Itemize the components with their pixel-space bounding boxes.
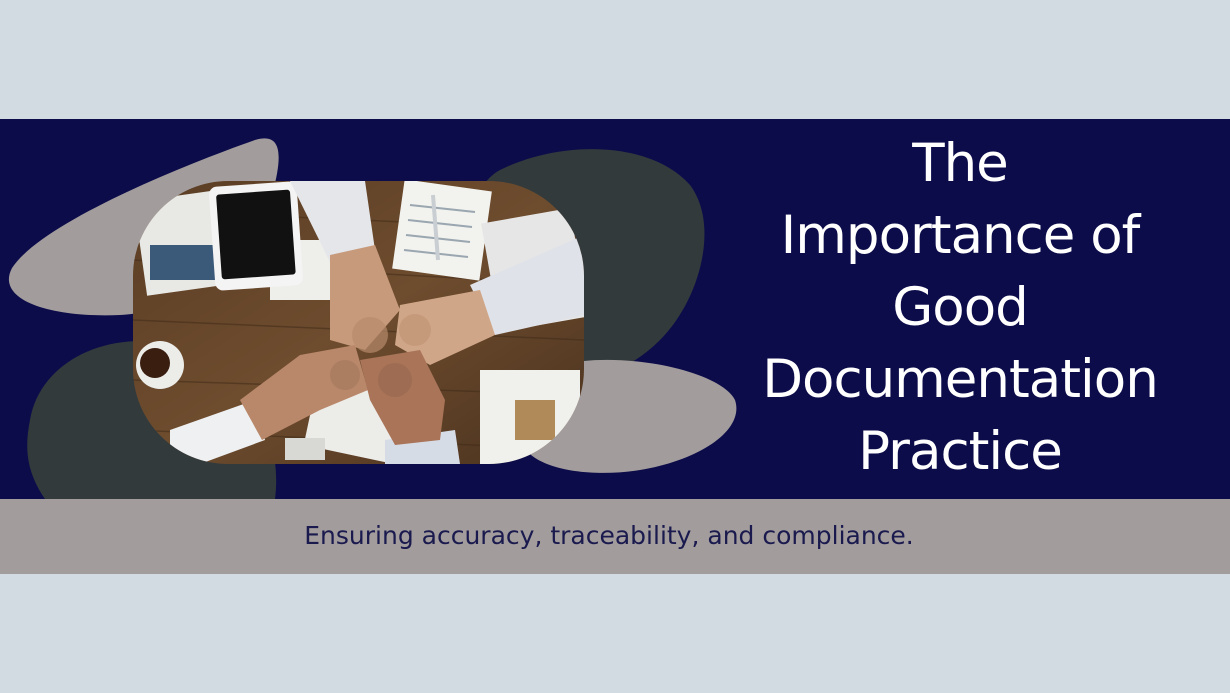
title-line-3: Good <box>892 277 1029 338</box>
title-line-5: Practice <box>858 421 1063 482</box>
hero-illustration <box>8 138 737 499</box>
teamwork-photo <box>133 181 584 464</box>
title-line-1: The <box>912 133 1009 194</box>
subtitle-container: Ensuring accuracy, traceability, and com… <box>0 518 1230 554</box>
slide-subtitle: Ensuring accuracy, traceability, and com… <box>304 521 914 550</box>
slide-title: The Importance of Good Documentation Pra… <box>720 128 1200 488</box>
title-line-4: Documentation <box>762 349 1159 410</box>
title-line-2: Importance of <box>780 205 1141 266</box>
slide: The Importance of Good Documentation Pra… <box>0 0 1230 693</box>
